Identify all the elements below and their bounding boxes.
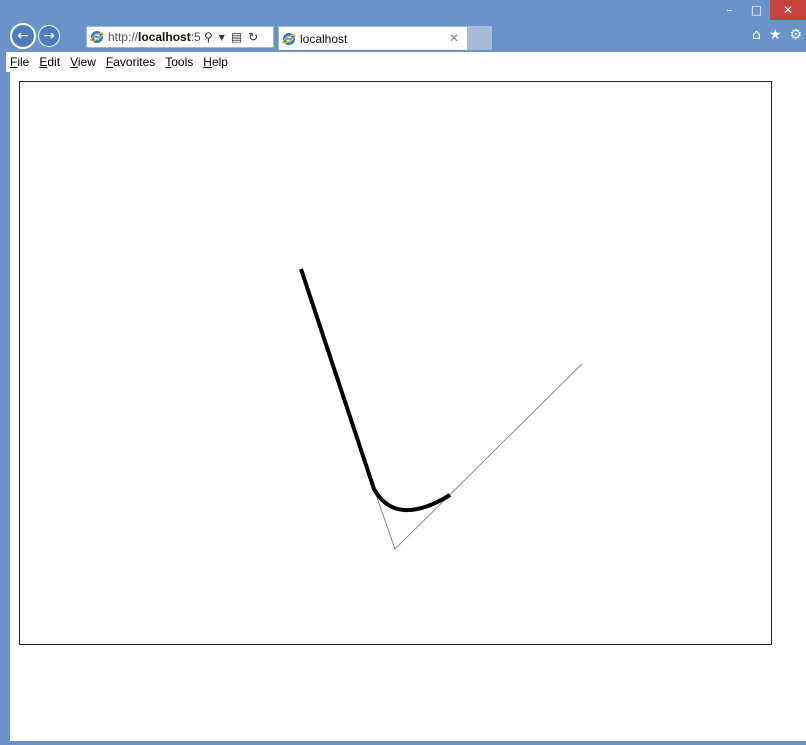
menu-bar: File Edit View Favorites Tools Help xyxy=(6,52,806,72)
address-host: localhost xyxy=(138,30,191,44)
navigation-bar: ← → http://localhost:562 ⚲ ▾ ▤ ↻ xyxy=(10,23,806,50)
page-viewport xyxy=(10,72,806,741)
ie-logo-icon xyxy=(90,31,104,43)
address-prefix: http:// xyxy=(108,30,139,44)
tab-close-icon[interactable]: ✕ xyxy=(449,31,459,45)
search-icon[interactable]: ⚲ xyxy=(204,30,213,44)
compatibility-view-icon[interactable]: ▤ xyxy=(231,30,242,44)
minimize-button[interactable]: – xyxy=(716,0,743,20)
close-button[interactable]: ✕ xyxy=(770,0,806,20)
menu-item-help[interactable]: Help xyxy=(203,55,228,69)
menu-item-tools[interactable]: Tools xyxy=(165,55,193,69)
home-icon[interactable]: ⌂ xyxy=(752,27,761,43)
tools-icon[interactable]: ⚙ xyxy=(789,27,802,43)
address-text[interactable]: http://localhost:562 xyxy=(108,30,200,44)
refresh-icon[interactable]: ↻ xyxy=(248,30,258,44)
favorites-icon[interactable]: ★ xyxy=(769,27,782,43)
tab-title: localhost xyxy=(300,31,348,46)
back-button[interactable]: ← xyxy=(10,23,36,49)
menu-item-file[interactable]: File xyxy=(10,55,29,69)
tab-favicon-icon xyxy=(282,32,296,45)
menu-item-edit[interactable]: Edit xyxy=(39,55,60,69)
new-tab-button[interactable] xyxy=(468,26,492,50)
menu-item-favorites[interactable]: Favorites xyxy=(106,55,155,69)
browser-toolbar: ⌂ ★ ⚙ xyxy=(752,27,802,43)
rounded-corner-path xyxy=(299,268,452,512)
browser-window: – □ ✕ ← → http://localhost:562 ⚲ ▾ ▤ ↻ xyxy=(0,0,806,745)
tangent-guide-lines xyxy=(373,363,583,550)
maximize-button[interactable]: □ xyxy=(743,0,770,20)
forward-button[interactable]: → xyxy=(38,25,60,47)
dropdown-icon[interactable]: ▾ xyxy=(219,30,225,44)
address-suffix: :562 xyxy=(190,30,200,44)
address-tools: ⚲ ▾ ▤ ↻ xyxy=(204,30,258,44)
window-controls: – □ ✕ xyxy=(716,0,806,22)
menu-item-view[interactable]: View xyxy=(70,55,96,69)
drawing-canvas[interactable] xyxy=(19,81,772,645)
address-bar[interactable]: http://localhost:562 ⚲ ▾ ▤ ↻ xyxy=(86,26,274,48)
canvas-drawing xyxy=(299,268,583,550)
tab-localhost[interactable]: localhost ✕ xyxy=(278,26,468,50)
